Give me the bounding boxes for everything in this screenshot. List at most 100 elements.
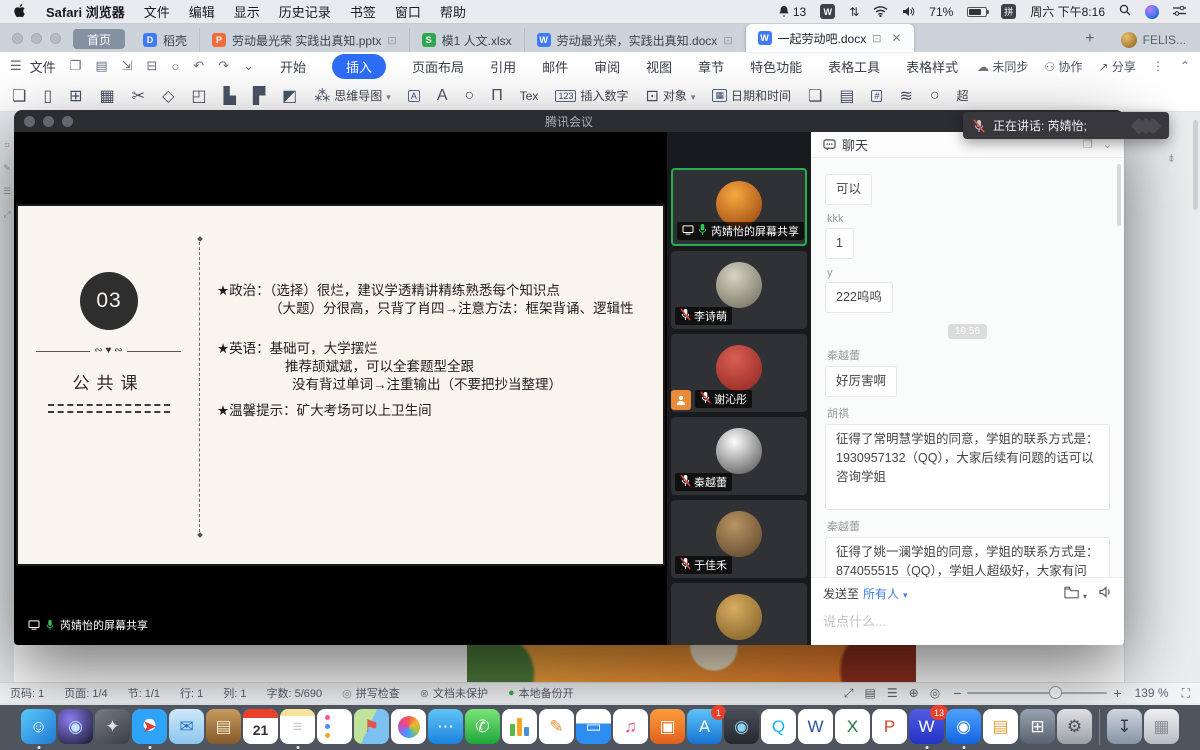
status-列[interactable]: 列: 1 bbox=[223, 685, 246, 701]
ribbon-tab-表格工具[interactable]: 表格工具 bbox=[828, 57, 880, 76]
participant-tile-芮婧怡的屏幕共享[interactable]: 芮婧怡的屏幕共享 bbox=[671, 168, 807, 246]
notification-bell-icon[interactable]: 13 bbox=[778, 5, 806, 19]
menu-item-编辑[interactable]: 编辑 bbox=[189, 2, 215, 21]
participant-tile-于佳禾[interactable]: 于佳禾 bbox=[671, 500, 807, 578]
collapse-ribbon-icon[interactable]: ⌃ bbox=[1180, 59, 1190, 73]
more-options-icon[interactable]: ⋮ bbox=[1152, 59, 1164, 73]
dock-icon-reminders[interactable] bbox=[317, 709, 352, 744]
shared-screen-area[interactable]: 03 ∾ ♥ ∾ 公共课 ★政治：（选择）很烂，建议学透精讲精练熟悉每个知识点（… bbox=[14, 132, 667, 645]
tool-watermark[interactable]: ≋ bbox=[899, 86, 912, 106]
input-method-icon[interactable]: 拼 bbox=[1001, 4, 1016, 19]
minimize-window-button[interactable] bbox=[31, 33, 42, 44]
dock-icon-settings[interactable]: ⚙ bbox=[1057, 709, 1092, 744]
tool-tex[interactable]: Tex bbox=[520, 89, 539, 103]
tool-icon-library[interactable]: ◰ bbox=[191, 86, 206, 106]
dock-icon-facetime[interactable]: ✆ bbox=[465, 709, 500, 744]
tool-comment[interactable]: ❏ bbox=[808, 86, 822, 106]
dock-icon-notebook[interactable]: ▤ bbox=[983, 709, 1018, 744]
tab-劳动最光荣 实践出真知.pptx[interactable]: P劳动最光荣 实践出真知.pptx⊡ bbox=[200, 28, 410, 52]
status-toggle-拼写检查[interactable]: ◎拼写检查 bbox=[342, 685, 400, 701]
tool-find[interactable]: ○ bbox=[930, 87, 940, 105]
dock-icon-excel[interactable]: X bbox=[835, 709, 870, 744]
tab-首页[interactable]: 首页 bbox=[73, 29, 125, 49]
dock-icon-launchpad[interactable]: ✦ bbox=[95, 709, 130, 744]
dock-icon-numbers[interactable] bbox=[502, 709, 537, 744]
collaborate-button[interactable]: ⚇ 协作 bbox=[1044, 58, 1082, 75]
dock-icon-downloads[interactable]: ↧ bbox=[1107, 709, 1142, 744]
tool-mindmap[interactable]: ⁂思维导图 bbox=[314, 86, 391, 106]
window-controls[interactable] bbox=[0, 24, 71, 52]
menu-item-帮助[interactable]: 帮助 bbox=[440, 2, 466, 21]
tool-circle[interactable]: ○ bbox=[465, 87, 475, 105]
view-mode-icon-2[interactable]: ☰ bbox=[887, 686, 898, 701]
tool-datetime[interactable]: ▦日期和时间 bbox=[712, 87, 791, 104]
tool-textbox[interactable]: A bbox=[408, 90, 420, 102]
view-mode-icon-3[interactable]: ⊕ bbox=[909, 686, 919, 701]
zoom-window-button[interactable] bbox=[50, 33, 61, 44]
tool-chart[interactable]: ▙ bbox=[224, 86, 236, 106]
tab-close-icon[interactable]: ✕ bbox=[891, 31, 901, 45]
account-chip[interactable]: FELIS... bbox=[1107, 32, 1200, 52]
tab-preview-icon[interactable]: ⊡ bbox=[723, 34, 732, 47]
tool-wordart[interactable]: A bbox=[437, 87, 448, 105]
tool-equation[interactable]: Π bbox=[491, 87, 503, 105]
ribbon-tab-视图[interactable]: 视图 bbox=[646, 57, 672, 76]
menu-item-显示[interactable]: 显示 bbox=[234, 2, 260, 21]
tab-preview-icon[interactable]: ⊡ bbox=[387, 34, 396, 47]
ribbon-tab-章节[interactable]: 章节 bbox=[698, 57, 724, 76]
collapse-chat-icon[interactable]: ⌄ bbox=[1103, 138, 1112, 151]
ribbon-tab-页面布局[interactable]: 页面布局 bbox=[412, 57, 464, 76]
menu-item-书签[interactable]: 书签 bbox=[350, 2, 376, 21]
chat-input[interactable]: 说点什么... bbox=[823, 611, 1112, 630]
status-toggle-本地备份开[interactable]: ●本地备份开 bbox=[508, 685, 574, 701]
tool-blank-page[interactable]: ▯ bbox=[43, 86, 52, 106]
view-mode-icon-1[interactable]: ▤ bbox=[865, 686, 876, 701]
send-to-selector[interactable]: 所有人 bbox=[863, 585, 899, 602]
export-icon[interactable]: ⇲ bbox=[122, 58, 133, 74]
tab-preview-icon[interactable]: ⊡ bbox=[872, 32, 881, 45]
tool-shapes[interactable]: ◇ bbox=[162, 86, 174, 106]
sidebar-mini-icon[interactable]: ⤢ bbox=[3, 209, 10, 220]
volume-icon[interactable] bbox=[902, 6, 915, 17]
airdrop-icon[interactable]: ⇅ bbox=[849, 5, 859, 19]
dock-icon-music[interactable]: ♫ bbox=[613, 709, 648, 744]
scroll-hint-icon[interactable]: ⇟ bbox=[1167, 152, 1176, 165]
chat-message-list[interactable]: 可以kkk1y222呜呜19:56秦越蕾好厉害啊胡祺征得了常明慧学姐的同意，学姐… bbox=[811, 158, 1124, 577]
ribbon-tab-表格样式[interactable]: 表格样式 bbox=[906, 57, 958, 76]
tab-劳动最光荣，实践出真知.docx[interactable]: W劳动最光荣，实践出真知.docx⊡ bbox=[525, 28, 746, 52]
spotlight-icon[interactable] bbox=[1119, 4, 1131, 19]
ribbon-tab-邮件[interactable]: 邮件 bbox=[542, 57, 568, 76]
ribbon-tab-审阅[interactable]: 审阅 bbox=[594, 57, 620, 76]
send-file-icon[interactable]: ▾ bbox=[1064, 586, 1087, 602]
more-icon[interactable]: ⌄ bbox=[243, 58, 254, 74]
view-mode-icon-4[interactable]: ◎ bbox=[930, 686, 940, 701]
tool-screenshot[interactable]: ✂ bbox=[132, 86, 145, 106]
dock-icon-messages[interactable]: ⋯ bbox=[428, 709, 463, 744]
apple-menu-icon[interactable] bbox=[14, 3, 27, 21]
participant-tile-秦越蕾[interactable]: 秦越蕾 bbox=[671, 417, 807, 495]
tool-full-chart[interactable]: ▛ bbox=[253, 86, 265, 106]
ribbon-tab-插入[interactable]: 插入 bbox=[332, 54, 386, 79]
wifi-icon[interactable] bbox=[873, 6, 888, 17]
tab-一起劳动吧.docx[interactable]: W一起劳动吧.docx⊡✕ bbox=[746, 24, 914, 52]
dock-icon-photo-booth[interactable]: ◉ bbox=[724, 709, 759, 744]
sync-status[interactable]: ☁ 未同步 bbox=[977, 58, 1028, 75]
menu-item-文件[interactable]: 文件 bbox=[144, 2, 170, 21]
siri-icon[interactable] bbox=[1145, 5, 1159, 19]
zoom-slider[interactable]: − + bbox=[953, 685, 1121, 701]
new-tab-button[interactable]: + bbox=[1073, 30, 1106, 52]
ribbon-tab-特色功能[interactable]: 特色功能 bbox=[750, 57, 802, 76]
dock-icon-keynote[interactable]: ▭ bbox=[576, 709, 611, 744]
tool-smartart[interactable]: ◩ bbox=[282, 86, 297, 106]
wps-status-icon[interactable]: W bbox=[820, 4, 835, 19]
dock-icon-maps[interactable]: ⚑ bbox=[354, 709, 389, 744]
ribbon-tab-引用[interactable]: 引用 bbox=[490, 57, 516, 76]
dock-icon-powerpoint[interactable]: P bbox=[872, 709, 907, 744]
share-button[interactable]: ↗ 分享 bbox=[1099, 58, 1136, 75]
hamburger-menu-icon[interactable]: ☰ bbox=[10, 58, 22, 74]
status-toggle-文档未保护[interactable]: ⊗文档未保护 bbox=[420, 685, 488, 701]
print-icon[interactable]: ⊟ bbox=[147, 58, 158, 74]
status-页码[interactable]: 页码: 1 bbox=[10, 685, 44, 701]
zoom-level[interactable]: 139 % bbox=[1135, 686, 1169, 700]
dock-icon-mail[interactable]: ✉ bbox=[169, 709, 204, 744]
